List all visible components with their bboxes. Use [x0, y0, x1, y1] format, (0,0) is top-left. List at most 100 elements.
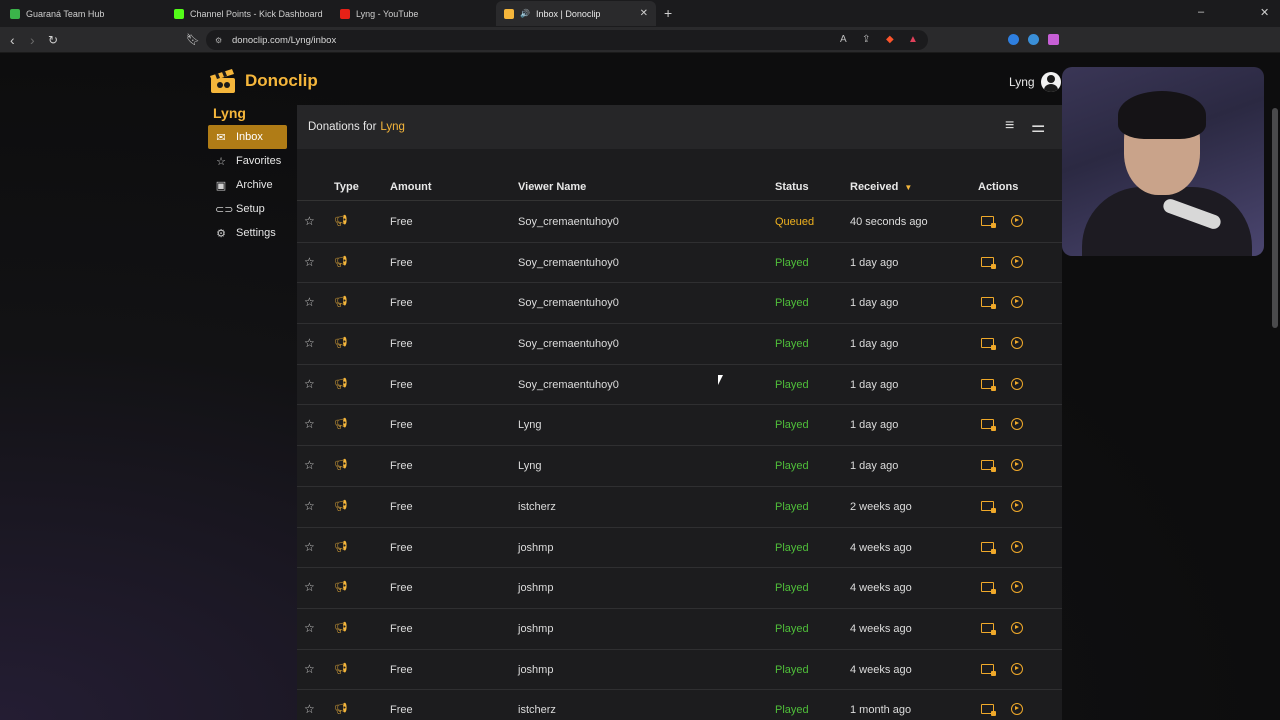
- tts-type-icon: 📢︎: [334, 296, 348, 309]
- archive-action-icon[interactable]: [981, 419, 996, 432]
- address-bar[interactable]: ⚙ donoclip.com/Lyng/inbox A ⇪ ◆ ▲: [206, 30, 928, 50]
- play-action-icon[interactable]: [1011, 377, 1023, 390]
- table-row[interactable]: ☆ 📢︎ Free joshmp Played 4 weeks ago: [297, 650, 1062, 691]
- favorite-star-icon[interactable]: ☆: [304, 621, 315, 635]
- rewards-icon[interactable]: ▲: [908, 34, 918, 45]
- favorite-star-icon[interactable]: ☆: [304, 377, 315, 391]
- play-action-icon[interactable]: [1011, 703, 1023, 716]
- table-row[interactable]: ☆ 📢︎ Free Soy_cremaentuhoy0 Queued 40 seconds…: [297, 202, 1062, 243]
- page-scrollbar[interactable]: [1272, 108, 1278, 328]
- status-cell: Played: [775, 338, 809, 351]
- brave-shield-icon[interactable]: ◆: [886, 34, 894, 45]
- sidebar-item-archive[interactable]: ▣ Archive: [208, 173, 287, 197]
- table-row[interactable]: ☆ 📢︎ Free joshmp Played 4 weeks ago: [297, 568, 1062, 609]
- table-row[interactable]: ☆ 📢︎ Free Soy_cremaentuhoy0 Played 1 day ago: [297, 283, 1062, 325]
- sidebar-item-favorites[interactable]: ☆ Favorites: [208, 149, 287, 173]
- column-header-viewer[interactable]: Viewer Name: [518, 181, 586, 193]
- favorite-star-icon[interactable]: ☆: [304, 702, 315, 716]
- extension-icon[interactable]: [1008, 34, 1019, 45]
- status-cell: Played: [775, 582, 809, 595]
- archive-action-icon[interactable]: [981, 704, 996, 717]
- table-row[interactable]: ☆ 📢︎ Free Lyng Played 1 day ago: [297, 446, 1062, 487]
- user-menu[interactable]: Lyng: [1009, 72, 1061, 92]
- table-row[interactable]: ☆ 📢︎ Free istcherz Played 2 weeks ago: [297, 487, 1062, 528]
- table-row[interactable]: ☆ 📢︎ Free istcherz Played 1 month ago: [297, 690, 1062, 720]
- favorite-star-icon[interactable]: ☆: [304, 417, 315, 431]
- table-row[interactable]: ☆ 📢︎ Free Soy_cremaentuhoy0 Played 1 day ago: [297, 324, 1062, 365]
- tts-type-icon: 📢︎: [334, 255, 348, 268]
- close-window-icon[interactable]: ✕: [1260, 6, 1269, 19]
- play-action-icon[interactable]: [1011, 581, 1023, 594]
- archive-action-icon[interactable]: [981, 460, 996, 473]
- back-icon[interactable]: ‹: [10, 32, 15, 48]
- table-row[interactable]: ☆ 📢︎ Free Soy_cremaentuhoy0 Played 1 day ago: [297, 243, 1062, 284]
- extension-icon[interactable]: [1028, 34, 1039, 45]
- translate-icon[interactable]: A: [840, 34, 847, 45]
- play-action-icon[interactable]: [1011, 296, 1023, 309]
- column-header-actions: Actions: [978, 181, 1019, 193]
- favorite-star-icon[interactable]: ☆: [304, 255, 315, 269]
- archive-action-icon[interactable]: [981, 500, 996, 513]
- archive-action-icon[interactable]: [981, 663, 996, 676]
- table-row[interactable]: ☆ 📢︎ Free Lyng Played 1 day ago: [297, 405, 1062, 447]
- favorite-star-icon[interactable]: ☆: [304, 336, 315, 350]
- archive-action-icon[interactable]: [981, 216, 996, 228]
- extension-icon[interactable]: [1048, 34, 1059, 45]
- archive-action-icon[interactable]: [981, 622, 996, 635]
- speaker-icon: 🔊: [520, 9, 530, 18]
- bookmark-icon[interactable]: 🔖︎: [186, 33, 200, 46]
- new-tab-icon[interactable]: +: [664, 5, 672, 21]
- address-url[interactable]: donoclip.com/Lyng/inbox: [232, 35, 336, 46]
- sidebar-item-settings[interactable]: ⚙ Settings: [208, 221, 287, 245]
- sidebar-item-label: Archive: [236, 179, 273, 191]
- column-header-amount[interactable]: Amount: [390, 181, 432, 193]
- play-action-icon[interactable]: [1011, 459, 1023, 472]
- sidebar-item-inbox[interactable]: ✉ Inbox: [208, 125, 287, 149]
- donoclip-logo[interactable]: Donoclip: [209, 67, 318, 95]
- browser-tab[interactable]: Guaraná Team Hub: [2, 1, 164, 26]
- site-info-icon[interactable]: ⚙: [215, 36, 222, 45]
- favorite-star-icon[interactable]: ☆: [304, 499, 315, 513]
- play-action-icon[interactable]: [1011, 621, 1023, 634]
- play-action-icon[interactable]: [1011, 337, 1023, 350]
- favorite-star-icon[interactable]: ☆: [304, 580, 315, 594]
- filter-icon[interactable]: ≡: [1005, 117, 1014, 135]
- play-action-icon[interactable]: [1011, 255, 1023, 268]
- archive-action-icon[interactable]: [981, 297, 996, 310]
- amount-cell: Free: [390, 378, 413, 391]
- status-cell: Queued: [775, 216, 815, 228]
- archive-action-icon[interactable]: [981, 338, 996, 351]
- share-icon[interactable]: ⇪: [862, 34, 870, 45]
- browser-tab[interactable]: Channel Points - Kick Dashboard: [166, 1, 330, 26]
- browser-tab-active[interactable]: 🔊 Inbox | Donoclip ✕: [496, 1, 656, 26]
- archive-action-icon[interactable]: [981, 541, 996, 554]
- favorite-star-icon[interactable]: ☆: [304, 295, 315, 309]
- forward-icon[interactable]: ›: [30, 32, 35, 48]
- sidebar-item-setup[interactable]: ⊂⊃ Setup: [208, 197, 287, 221]
- archive-action-icon[interactable]: [981, 256, 996, 269]
- viewer-name-cell: Lyng: [518, 460, 542, 473]
- reload-icon[interactable]: ↻: [48, 33, 58, 47]
- sliders-icon[interactable]: ⚌: [1031, 117, 1045, 137]
- play-action-icon[interactable]: [1011, 540, 1023, 553]
- received-cell: 4 weeks ago: [850, 622, 912, 635]
- favorite-star-icon[interactable]: ☆: [304, 214, 315, 228]
- play-action-icon[interactable]: [1011, 215, 1023, 227]
- archive-action-icon[interactable]: [981, 378, 996, 391]
- close-tab-icon[interactable]: ✕: [640, 8, 648, 19]
- favorite-star-icon[interactable]: ☆: [304, 540, 315, 554]
- column-header-status[interactable]: Status: [775, 181, 809, 193]
- archive-action-icon[interactable]: [981, 582, 996, 595]
- favorite-star-icon[interactable]: ☆: [304, 662, 315, 676]
- browser-tab[interactable]: Lyng - YouTube: [332, 1, 494, 26]
- table-row[interactable]: ☆ 📢︎ Free Soy_cremaentuhoy0 Played 1 day ago: [297, 365, 1062, 406]
- column-header-received[interactable]: Received ▼: [850, 181, 912, 193]
- table-row[interactable]: ☆ 📢︎ Free joshmp Played 4 weeks ago: [297, 609, 1062, 650]
- play-action-icon[interactable]: [1011, 662, 1023, 675]
- favorite-star-icon[interactable]: ☆: [304, 458, 315, 472]
- viewer-name-cell: Soy_cremaentuhoy0: [518, 338, 619, 351]
- minimize-icon[interactable]: –: [1198, 6, 1204, 18]
- table-row[interactable]: ☆ 📢︎ Free joshmp Played 4 weeks ago: [297, 528, 1062, 569]
- play-action-icon[interactable]: [1011, 418, 1023, 431]
- play-action-icon[interactable]: [1011, 499, 1023, 512]
